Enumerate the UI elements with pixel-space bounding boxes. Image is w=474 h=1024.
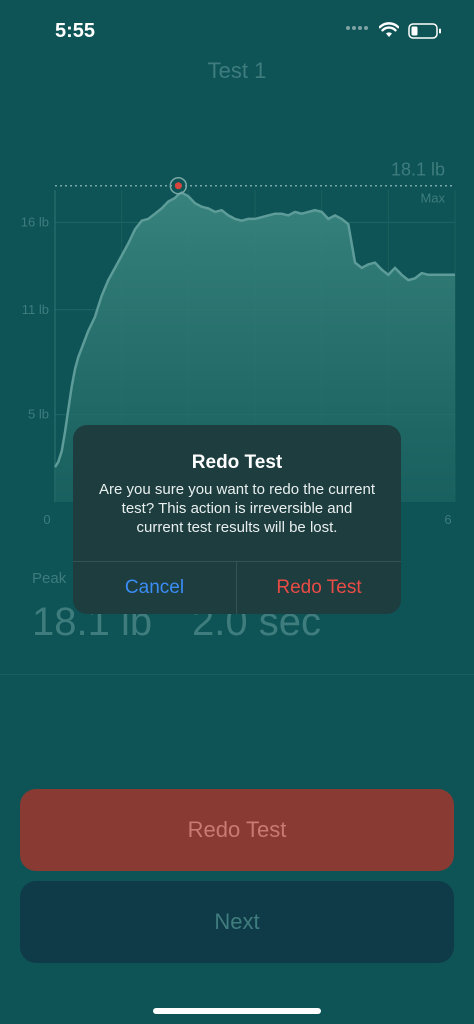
max-value-label: 18.1 lb: [391, 160, 445, 180]
y-tick-label: 11 lb: [22, 302, 49, 317]
wifi-icon: [379, 22, 399, 37]
alert-title: Redo Test: [191, 452, 283, 473]
page-title: Test 1: [207, 58, 267, 83]
confirm-redo-button[interactable]: Redo Test: [237, 562, 401, 614]
divider: [0, 674, 474, 675]
cancel-button[interactable]: Cancel: [73, 562, 236, 614]
alert-message: Are you sure you want to redo the curren…: [99, 481, 375, 536]
x-tick-label: 0: [43, 512, 50, 527]
next-button[interactable]: Next: [20, 881, 454, 963]
peak-marker-dot: [174, 182, 182, 190]
max-label: Max: [420, 191, 445, 206]
peak-label: Peak: [32, 570, 67, 587]
y-tick-label: 5 lb: [28, 407, 49, 422]
home-indicator[interactable]: [153, 1008, 321, 1014]
y-tick-label: 16 lb: [21, 214, 49, 229]
status-time: 5:55: [55, 20, 96, 42]
x-tick-label: 6: [444, 512, 451, 527]
battery-icon: [408, 23, 441, 39]
redo-test-button[interactable]: Redo Test: [20, 789, 454, 871]
status-bar: 5:55: [0, 0, 474, 60]
redo-test-alert: Redo Test Are you sure you want to redo …: [73, 425, 401, 614]
cellular-signal-icon: [346, 26, 374, 34]
